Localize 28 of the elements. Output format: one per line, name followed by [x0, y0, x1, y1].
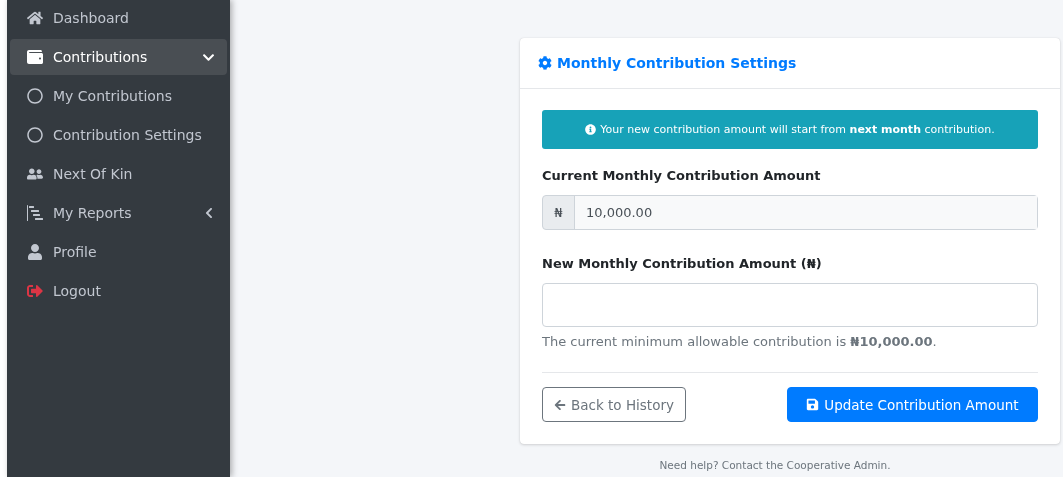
update-button[interactable]: Update Contribution Amount [787, 387, 1038, 422]
sidebar-item[interactable]: Contributions [10, 39, 227, 75]
hint-text: The current minimum allowable contribution is ₦10,000.00. [542, 334, 938, 349]
alert-text: Your new contribution amount will start from next month contribution. [600, 123, 995, 136]
sidebar-item[interactable]: Next Of Kin [10, 156, 227, 192]
logout-icon [27, 283, 43, 299]
field-label: Current Monthly Contribution Amount [542, 168, 822, 183]
sidebar-item[interactable]: Dashboard [10, 0, 227, 36]
arrow-left-icon [554, 398, 566, 411]
info-icon [585, 124, 597, 135]
footer-text: Need help? Contact the Cooperative Admin. [659, 459, 891, 471]
sidebar-item[interactable]: Profile [10, 234, 227, 270]
wallet-icon [27, 49, 43, 65]
users-icon [27, 166, 43, 182]
current-amount-value: 10,000.00 [575, 196, 1037, 229]
bar-chart-icon [27, 205, 43, 221]
card-title: Monthly Contribution Settings [538, 55, 1042, 71]
back-button[interactable]: Back to History [542, 387, 686, 422]
sidebar-item[interactable]: Logout [10, 273, 227, 309]
sidebar-item[interactable]: My Contributions [10, 78, 227, 114]
new-amount-input[interactable] [542, 283, 1038, 327]
home-icon [27, 10, 43, 26]
user-icon [27, 244, 43, 260]
field-label: New Monthly Contribution Amount (₦) [542, 256, 823, 271]
sidebar-item[interactable]: My Reports [10, 195, 227, 231]
sidebar-item[interactable]: Contribution Settings [10, 117, 227, 153]
save-icon [806, 398, 820, 411]
settings-icon [538, 56, 552, 70]
